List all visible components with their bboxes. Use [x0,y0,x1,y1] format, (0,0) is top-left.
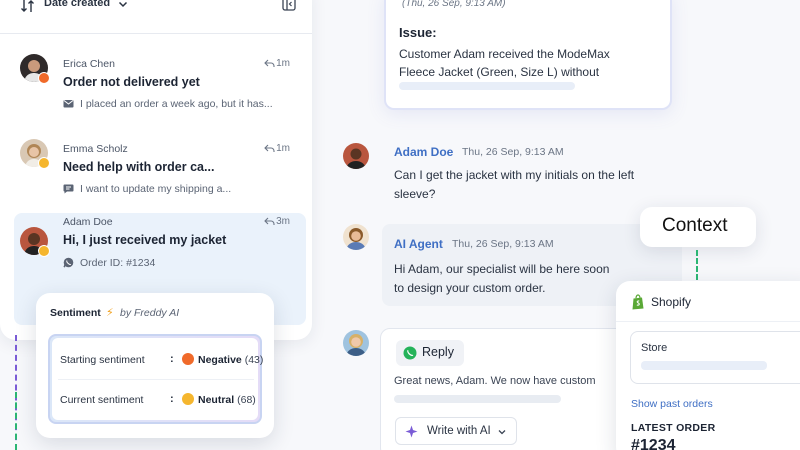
message-time: Thu, 26 Sep, 9:13 AM [452,238,554,250]
neutral-face-icon [182,393,194,405]
message-text: Hi Adam, our specialist will be here soo… [394,262,610,276]
reply-draft-text[interactable]: Great news, Adam. We now have custom [394,375,596,387]
reply-channel-label: Reply [422,345,454,359]
conversation-time: 1m [276,143,290,154]
current-sentiment-row: Current sentiment : Neutral (68) [60,393,256,406]
shopify-title: Shopify [651,295,692,309]
divider [616,321,800,322]
store-field[interactable]: Store [630,331,800,384]
chat-icon [63,184,74,194]
sidebar-collapse-icon[interactable] [282,0,296,11]
shopify-card: Shopify Store Show past orders LATEST OR… [616,281,800,450]
conversation-subject: Hi, I just received my jacket [63,233,227,247]
issue-summary-card: (Thu, 26 Sep, 9:13 AM) Issue: Customer A… [384,0,672,110]
sentiment-source: by Freddy AI [120,307,180,319]
contact-name: Adam Doe [63,216,113,228]
connector-line [15,392,17,450]
contact-name: Erica Chen [63,58,115,70]
reply-icon [264,59,275,67]
conversation-preview: I want to update my shipping a... [80,183,232,195]
message-text: to design your custom order. [394,281,546,295]
write-with-ai-button[interactable]: Write with AI [395,417,517,445]
list-header: Date created [0,0,312,34]
placeholder-bar [399,82,575,90]
lightning-icon: ⚡ [106,307,114,319]
conversation-time: 3m [276,216,290,227]
conversation-preview: Order ID: #1234 [80,257,156,269]
current-sentiment-label: Current sentiment [60,394,144,406]
issue-title: Issue: [399,25,437,40]
connector-line [696,250,698,280]
negative-face-icon [182,353,194,365]
placeholder-bar [641,361,767,370]
contact-name: Emma Scholz [63,143,128,155]
message-text: sleeve? [394,187,436,201]
latest-order-number[interactable]: #1234 [631,437,676,450]
conversation-subject: Order not delivered yet [63,75,200,89]
reply-channel-selector[interactable]: Reply [396,340,464,366]
write-with-ai-label: Write with AI [427,425,491,437]
current-sentiment-value: Neutral (68) [198,394,256,406]
issue-body: Customer Adam received the ModeMax Fleec… [399,47,610,79]
conversation-subject: Need help with order ca... [63,160,215,174]
sentiment-title: Sentiment [50,307,101,319]
show-past-orders-link[interactable]: Show past orders [631,398,713,410]
negative-sentiment-icon [38,72,50,84]
conversation-time: 1m [276,58,290,69]
sort-label[interactable]: Date created [44,0,110,9]
sentiment-box: Starting sentiment : Negative (43) Curre… [48,334,263,424]
avatar [343,224,369,250]
latest-order-label: LATEST ORDER [631,422,716,434]
sentiment-card: Sentiment ⚡ by Freddy AI Starting sentim… [36,293,274,438]
conversation-item[interactable]: Erica Chen 1m Order not delivered yet I … [14,48,306,126]
reply-icon [264,144,275,152]
avatar [343,330,369,356]
conversation-item[interactable]: Emma Scholz 1m Need help with order ca..… [14,133,306,211]
store-label: Store [641,342,668,354]
chevron-down-icon [498,430,506,435]
context-label: Context [662,215,728,236]
shopify-icon [632,294,644,310]
neutral-sentiment-icon [38,245,50,257]
context-label-pill: Context [640,207,756,247]
conversation-list: Date created Erica Chen 1m Order not del… [0,0,312,340]
chevron-down-icon[interactable] [117,0,129,10]
sort-icon[interactable] [20,0,36,14]
message-time: Thu, 26 Sep, 9:13 AM [462,146,564,158]
sparkle-icon [405,425,418,438]
neutral-sentiment-icon [38,157,50,169]
email-icon [63,100,74,108]
starting-sentiment-label: Starting sentiment [60,354,145,366]
avatar [343,143,369,169]
message-author: Adam Doe [394,145,454,159]
starting-sentiment-value: Negative (43) [198,354,264,366]
whatsapp-icon [63,257,74,268]
whatsapp-icon [403,346,417,360]
message-text: Can I get the jacket with my initials on… [394,168,635,182]
reply-icon [264,217,275,225]
placeholder-bar [394,395,561,403]
issue-time: (Thu, 26 Sep, 9:13 AM) [402,0,506,9]
message-author: AI Agent [394,237,443,251]
conversation-preview: I placed an order a week ago, but it has… [80,98,273,110]
starting-sentiment-row: Starting sentiment : Negative (43) [58,340,263,380]
